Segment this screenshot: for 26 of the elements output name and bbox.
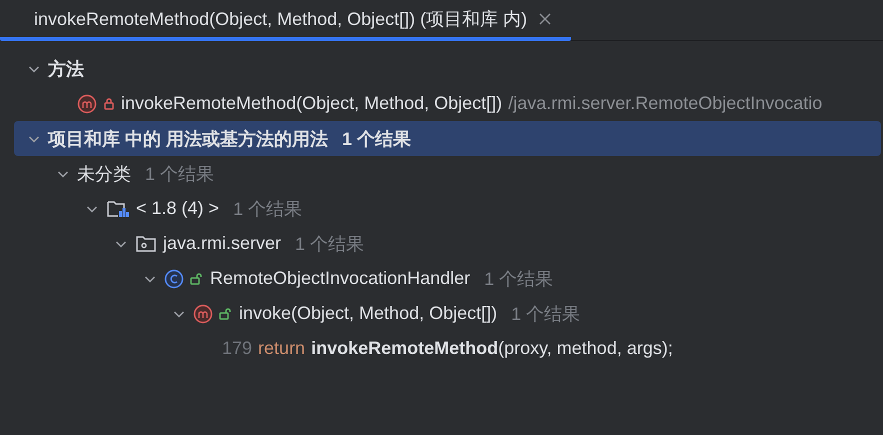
file-path: /java.rmi.server.RemoteObjectInvocatio bbox=[508, 93, 822, 114]
tree-item-label[interactable]: invoke(Object, Method, Object[]) bbox=[239, 303, 498, 324]
result-count: 1 个结果 bbox=[511, 302, 580, 326]
result-count: 1 个结果 bbox=[342, 128, 412, 150]
tree-item-label[interactable]: java.rmi.server bbox=[163, 233, 282, 254]
library-folder-icon bbox=[106, 198, 130, 218]
class-icon bbox=[164, 268, 184, 288]
tree-item-label[interactable]: invokeRemoteMethod(Object, Method, Object[]) bbox=[121, 93, 502, 114]
code-line[interactable]: invokeRemoteMethod(proxy, method, args); bbox=[311, 338, 673, 359]
result-count: 1 个结果 bbox=[295, 232, 364, 256]
editor-tab[interactable]: invokeRemoteMethod(Object, Method, Object[]) (项目和库 内) bbox=[0, 0, 572, 41]
group-heading[interactable]: 方法 bbox=[48, 56, 84, 80]
line-number: 179 bbox=[222, 338, 252, 359]
code-keyword: return bbox=[258, 338, 306, 359]
close-icon[interactable] bbox=[539, 12, 552, 24]
tree-item-label[interactable]: 未分类 bbox=[77, 162, 131, 186]
tree-item-label[interactable]: RemoteObjectInvocationHandler bbox=[210, 268, 470, 289]
method-icon bbox=[193, 304, 213, 324]
method-icon bbox=[77, 94, 97, 114]
package-folder-icon bbox=[135, 234, 157, 254]
result-count: 1 个结果 bbox=[145, 162, 214, 186]
result-count: 1 个结果 bbox=[484, 268, 554, 290]
result-count: 1 个结果 bbox=[233, 198, 302, 220]
selected-tree-row[interactable]: 项目和库 中的 用法或基方法的用法 1 个结果 bbox=[14, 121, 881, 156]
tree-item-label[interactable]: < 1.8 (4) > bbox=[136, 198, 220, 219]
group-heading[interactable]: 项目和库 中的 用法或基方法的用法 bbox=[48, 126, 328, 150]
